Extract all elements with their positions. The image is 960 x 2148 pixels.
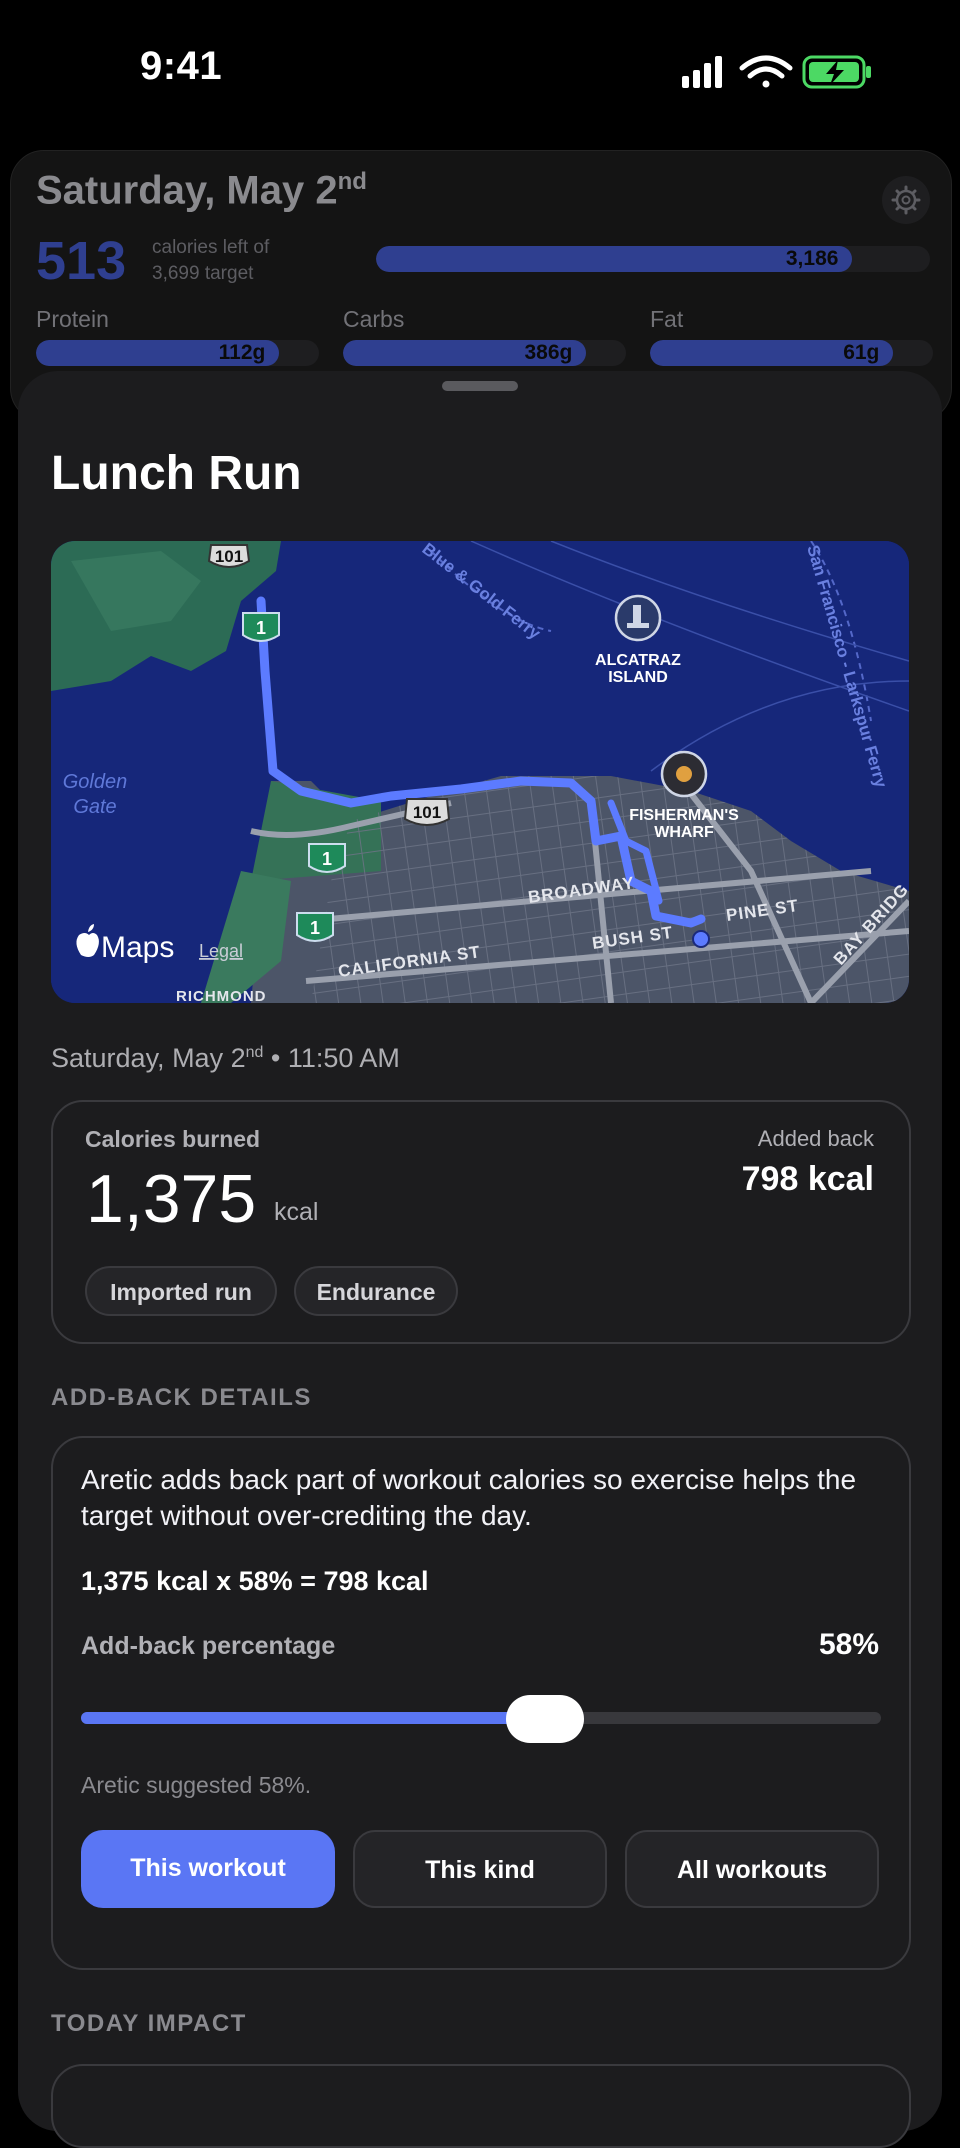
slider-fill [81,1712,545,1724]
section-title-impact: TODAY IMPACT [51,2010,247,2037]
addback-description: Aretic adds back part of workout calorie… [81,1464,857,1531]
fishermans-wharf-pin-icon [660,750,708,798]
section-title-addback: ADD-BACK DETAILS [51,1384,312,1411]
route-map-graphic: 101 101 1 1 1 ALCATRAZ ISLAND FISHERMAN'… [51,541,909,1003]
sheet-grabber[interactable] [442,381,518,391]
scope-this-workout-button[interactable]: This workout [81,1830,335,1908]
workout-datetime: Saturday, May 2nd • 11:50 AM [51,1043,400,1073]
addback-percentage-value: 58% [818,1628,879,1661]
calories-eaten-bar: 3,186 [376,246,930,272]
highway-1-shield: 1 [296,912,334,942]
addback-formula: 1,375 kcal x 58% = 798 kcal [81,1566,429,1596]
slider-thumb[interactable] [506,1695,584,1743]
calories-left-caption: calories left of 3,699 target [152,237,270,284]
battery-charging-icon [802,55,871,89]
chip-endurance: Endurance [294,1266,458,1316]
map-legal-link: Legal [199,941,243,961]
addback-percentage-label: Add-back percentage [81,1632,336,1660]
svg-text:101: 101 [413,803,441,822]
summary-date: Saturday, May 2nd [36,168,367,213]
addback-slider[interactable] [81,1712,881,1724]
highway-101-shield: 101 [403,798,451,826]
added-back-label: Added back [757,1126,874,1151]
highway-1-shield: 1 [242,612,280,642]
wifi-icon [739,55,793,88]
svg-text:FISHERMAN'S: FISHERMAN'S [629,807,739,824]
svg-text:1: 1 [310,918,320,938]
suggested-percentage-note: Aretic suggested 58%. [81,1772,312,1798]
svg-text:WHARF: WHARF [654,824,714,841]
highway-101-shield: 101 [207,544,251,568]
chip-imported-run: Imported run [85,1266,277,1316]
svg-text:Maps: Maps [101,931,174,964]
gear-icon [891,185,921,215]
highway-1-shield: 1 [308,843,346,873]
svg-text:ISLAND: ISLAND [608,669,668,686]
workout-title: Lunch Run [51,447,302,500]
svg-text:Gate: Gate [73,796,116,818]
calories-burned-label: Calories burned [85,1126,261,1152]
calories-left-value: 513 [36,231,127,291]
svg-text:Golden: Golden [63,771,128,793]
calories-burned-value: 1,375 [86,1161,257,1237]
svg-text:RICHMOND: RICHMOND [176,988,267,1003]
macro-label-protein: Protein [36,306,109,332]
route-map[interactable]: 101 101 1 1 1 ALCATRAZ ISLAND FISHERMAN'… [51,541,909,1003]
macro-label-fat: Fat [650,306,684,332]
scope-all-workouts-button[interactable]: All workouts [625,1830,879,1908]
status-icons [682,55,871,89]
added-back-value: 798 kcal [741,1160,874,1198]
svg-text:ALCATRAZ: ALCATRAZ [595,652,681,669]
scope-this-kind-button[interactable]: This kind [353,1830,607,1908]
alcatraz-pin-icon [614,594,662,642]
status-time: 9:41 [140,44,223,88]
svg-text:101: 101 [215,547,243,566]
calories-unit: kcal [274,1198,319,1226]
macro-label-carbs: Carbs [343,306,405,332]
settings-button[interactable] [882,176,930,224]
today-impact-card [51,2064,911,2148]
carbs-bar: 386g [343,340,626,366]
svg-text:1: 1 [256,618,266,638]
cellular-signal-icon [682,56,722,88]
svg-text:1: 1 [322,849,332,869]
fat-bar: 61g [650,340,933,366]
protein-bar: 112g [36,340,319,366]
